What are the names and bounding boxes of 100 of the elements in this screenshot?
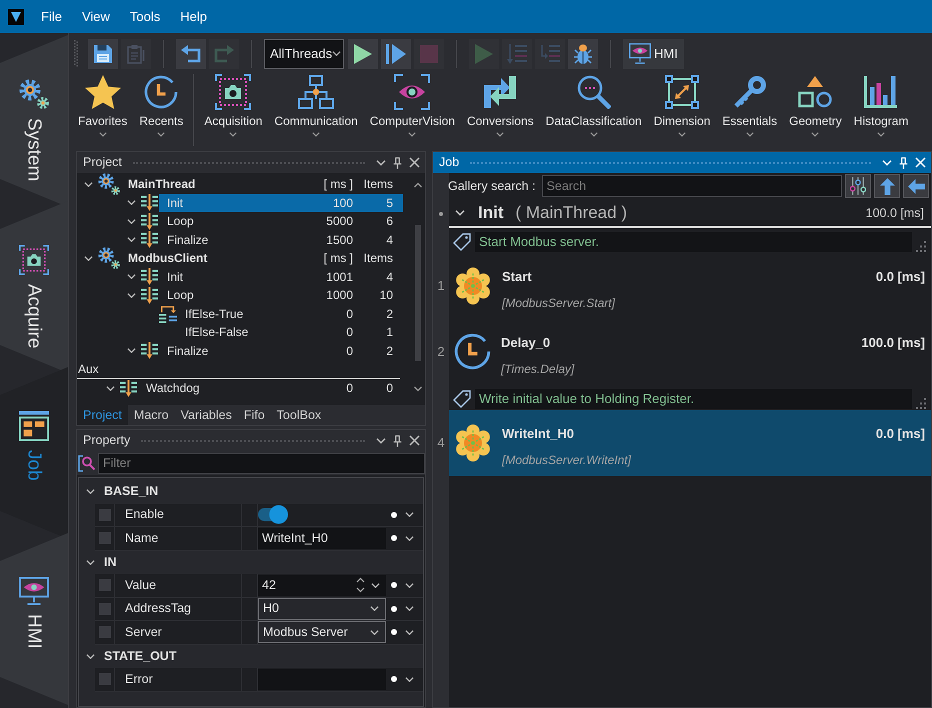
chevron-icon[interactable] <box>86 654 95 659</box>
step-name: Start <box>502 269 532 285</box>
text-field[interactable] <box>258 668 386 690</box>
palette-button[interactable]: Essentials <box>720 74 780 138</box>
dot-icon <box>391 512 397 518</box>
checkbox[interactable] <box>98 579 110 592</box>
tree-item[interactable]: Finalize 1500 4 <box>159 230 403 249</box>
panel-tab[interactable]: Project <box>77 405 128 425</box>
number-field[interactable]: 42 <box>258 574 354 596</box>
palette-button[interactable]: Conversions <box>464 74 536 138</box>
dropdown-field[interactable]: Modbus Server <box>258 621 386 644</box>
pin-icon[interactable] <box>393 156 402 168</box>
palette-button[interactable]: Geometry <box>787 74 844 138</box>
toolbar-button[interactable] <box>568 38 598 68</box>
chevron-icon <box>371 582 380 588</box>
chevron-icon[interactable] <box>127 200 136 206</box>
palette-button[interactable]: Histogram <box>852 74 910 138</box>
job-step[interactable]: Delay_0 100.0 [ms] [Times.Delay] <box>449 319 931 385</box>
comment-field[interactable]: Write initial value to Holding Register. <box>475 389 912 409</box>
tree-item[interactable]: Loop 1000 10 <box>159 286 403 304</box>
comment-field[interactable]: Start Modbus server. <box>475 232 912 252</box>
filter-field[interactable]: Filter <box>98 452 425 474</box>
thread-dropdown[interactable]: AllThreads <box>264 38 344 68</box>
chevron-icon[interactable] <box>405 630 414 635</box>
close-icon[interactable] <box>409 435 420 446</box>
palette-button[interactable]: DataClassification <box>544 74 644 138</box>
palette-button[interactable]: Dimension <box>652 74 712 138</box>
chevron-icon <box>408 132 416 138</box>
toolbar-button[interactable] <box>176 38 206 68</box>
menu-item[interactable]: Tools <box>120 0 170 33</box>
clock-icon <box>143 74 180 110</box>
up-button[interactable] <box>874 174 900 198</box>
tree-item[interactable]: Init 100 5 <box>159 194 403 212</box>
chevron-icon[interactable] <box>376 438 386 444</box>
panel-tab[interactable]: ToolBox <box>270 405 328 425</box>
chevron-icon[interactable] <box>370 606 379 612</box>
toolbar-button[interactable] <box>348 38 378 68</box>
palette-button[interactable]: Communication <box>272 74 360 138</box>
chevron-icon[interactable] <box>405 582 414 588</box>
chevron-icon[interactable] <box>405 676 414 682</box>
toolbar-button[interactable] <box>381 38 411 68</box>
checkbox[interactable] <box>98 532 110 544</box>
palette-button[interactable]: Favorites <box>76 74 130 138</box>
menu-item[interactable]: Help <box>170 0 218 33</box>
group-title: IN <box>104 554 116 570</box>
chevron-icon[interactable] <box>86 489 95 494</box>
chevron-icon[interactable] <box>455 210 465 216</box>
settings-button[interactable] <box>845 174 871 198</box>
text-field[interactable]: WriteInt_H0 <box>258 528 386 549</box>
checkbox[interactable] <box>98 673 110 686</box>
dropdown-field[interactable]: H0 <box>258 598 386 620</box>
redo-arrow-icon <box>214 44 234 62</box>
resize-grip-icon[interactable] <box>916 398 927 409</box>
search-field[interactable]: Search <box>542 175 842 197</box>
pin-icon[interactable] <box>393 434 402 446</box>
sidebar-tab[interactable]: HMI <box>0 533 68 705</box>
chevron-icon[interactable] <box>86 560 95 565</box>
menu-item[interactable]: File <box>31 0 72 33</box>
checkbox[interactable] <box>98 602 110 615</box>
job-step[interactable]: Start 0.0 [ms] [ModbusServer.Start] <box>449 253 931 319</box>
panel-tab[interactable]: Fifo <box>238 405 271 425</box>
chevron-icon[interactable] <box>127 218 136 224</box>
resize-grip-icon[interactable] <box>916 241 927 252</box>
item-count: 2 <box>385 306 394 321</box>
chevron-icon[interactable] <box>127 274 136 280</box>
palette-button[interactable]: Acquisition <box>202 74 264 138</box>
tree-item[interactable]: Watchdog 0 0 <box>138 379 403 398</box>
spin-button[interactable] <box>354 574 386 596</box>
tree-item[interactable]: IfElse-False 0 1 <box>177 323 403 342</box>
checkbox[interactable] <box>98 626 110 638</box>
tree-item[interactable]: Finalize 0 2 <box>159 342 403 360</box>
tree-item[interactable]: IfElse-True 0 2 <box>177 304 403 323</box>
palette-button[interactable]: Recents <box>137 74 186 138</box>
palette-button[interactable]: ComputerVision <box>368 74 457 138</box>
chevron-icon[interactable] <box>84 182 93 187</box>
tree-item[interactable]: Loop 5000 6 <box>159 212 403 230</box>
tree-item[interactable]: Init 1001 4 <box>159 268 403 286</box>
toolbar-button[interactable] <box>88 38 118 68</box>
back-button[interactable] <box>903 174 929 198</box>
panel-tab[interactable]: Macro <box>128 405 175 425</box>
chevron-icon[interactable] <box>106 386 115 391</box>
chevron-icon[interactable] <box>127 348 136 354</box>
chevron-icon[interactable] <box>376 160 386 166</box>
job-step[interactable]: WriteInt_H0 0.0 [ms] [ModbusServer.WriteInt] <box>449 410 931 476</box>
chevron-icon[interactable] <box>370 630 379 635</box>
chevron-icon[interactable] <box>127 292 136 298</box>
chevron-icon[interactable] <box>84 256 93 261</box>
close-icon[interactable] <box>409 157 420 168</box>
toggle-switch[interactable] <box>258 505 288 524</box>
checkbox[interactable] <box>98 508 110 521</box>
tree-item[interactable]: MainThread [ ms ] Items <box>120 175 403 194</box>
grip-icon[interactable] <box>74 40 78 68</box>
chevron-icon[interactable] <box>405 536 414 541</box>
chevron-icon[interactable] <box>405 606 414 612</box>
menu-item[interactable]: View <box>72 0 120 33</box>
chevron-icon[interactable] <box>127 237 136 242</box>
tree-item[interactable]: ModbusClient [ ms ] Items <box>120 249 403 268</box>
hmi-button[interactable]: HMI <box>623 38 684 68</box>
panel-tab[interactable]: Variables <box>174 405 238 425</box>
chevron-icon[interactable] <box>405 512 414 518</box>
